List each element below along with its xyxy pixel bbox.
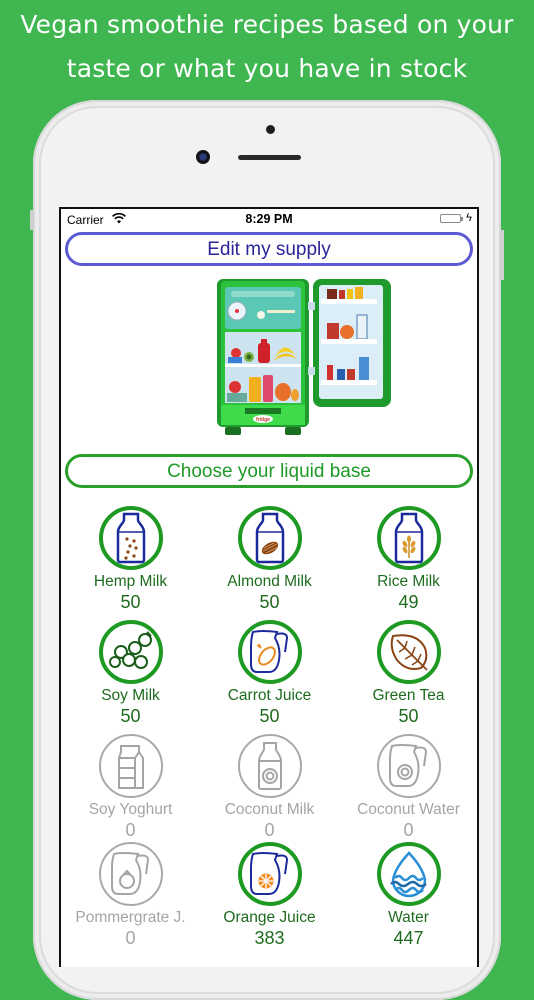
promo-headline-line-1: Vegan smoothie recipes based on your — [20, 10, 514, 39]
status-bar: Carrier 8:29 PM ϟ — [61, 209, 477, 229]
liquid-base-item-green-tea[interactable]: Green Tea 50 — [339, 620, 477, 727]
jug-carrot-icon — [237, 620, 302, 684]
liquid-base-item-orange-juice[interactable]: Orange Juice 383 — [200, 842, 339, 949]
milk-bottle-seeds-icon — [98, 506, 163, 570]
jug-coconut-icon — [376, 734, 441, 798]
liquid-base-item-carrot-juice[interactable]: Carrot Juice 50 — [200, 620, 339, 727]
liquid-base-count: 0 — [264, 820, 275, 840]
liquid-base-item-hemp-milk[interactable]: Hemp Milk 50 — [61, 506, 200, 613]
front-camera — [196, 150, 210, 164]
liquid-base-item-almond-milk[interactable]: Almond Milk 50 — [200, 506, 339, 613]
liquid-base-item-water[interactable]: Water 447 — [339, 842, 477, 949]
liquid-base-count: 383 — [254, 928, 285, 948]
choose-liquid-base-button[interactable]: Choose your liquid base — [65, 454, 473, 488]
water-drop-icon — [376, 842, 441, 906]
proximity-sensor — [266, 125, 275, 134]
fridge-brand-label: fridge — [256, 417, 270, 423]
liquid-base-count: 49 — [398, 592, 419, 612]
charging-bolt-icon: ϟ — [466, 212, 472, 224]
jug-pomegranate-icon — [98, 842, 163, 906]
liquid-base-name: Hemp Milk — [93, 573, 168, 590]
liquid-base-name: Coconut Milk — [224, 801, 315, 818]
milk-carton-icon — [98, 734, 163, 798]
fridge-illustration[interactable]: fridge — [215, 277, 395, 442]
liquid-base-item-coconut-water[interactable]: Coconut Water 0 — [339, 734, 477, 841]
liquid-base-name: Rice Milk — [377, 573, 440, 590]
app-screen: Carrier 8:29 PM ϟ Edit my supply fridge … — [59, 207, 479, 967]
liquid-base-item-rice-milk[interactable]: Rice Milk 49 — [339, 506, 477, 613]
liquid-base-count: 0 — [403, 820, 414, 840]
liquid-base-item-coconut-milk[interactable]: Coconut Milk 0 — [200, 734, 339, 841]
edit-supply-button[interactable]: Edit my supply — [65, 232, 473, 266]
liquid-base-count: 50 — [398, 706, 419, 726]
liquid-base-name: Pommergrate J. — [75, 909, 186, 926]
liquid-base-name: Orange Juice — [223, 909, 316, 926]
liquid-base-name: Green Tea — [372, 687, 445, 704]
liquid-base-count: 50 — [120, 592, 141, 612]
leaf-icon — [376, 620, 441, 684]
battery-icon — [440, 214, 463, 223]
earpiece-speaker — [238, 155, 301, 160]
mute-switch — [30, 210, 34, 230]
liquid-base-item-pomegranate-juice[interactable]: Pommergrate J. 0 — [61, 842, 200, 949]
liquid-base-item-soy-milk[interactable]: Soy Milk 50 — [61, 620, 200, 727]
clock: 8:29 PM — [245, 212, 293, 226]
liquid-base-count: 0 — [125, 928, 136, 948]
liquid-base-name: Almond Milk — [227, 573, 312, 590]
liquid-base-count: 50 — [120, 706, 141, 726]
bottle-coconut-icon — [237, 734, 302, 798]
liquid-base-name: Soy Yoghurt — [88, 801, 173, 818]
milk-bottle-wheat-icon — [376, 506, 441, 570]
milk-bottle-almond-icon — [237, 506, 302, 570]
liquid-base-item-soy-yoghurt[interactable]: Soy Yoghurt 0 — [61, 734, 200, 841]
liquid-base-count: 50 — [259, 592, 280, 612]
liquid-base-name: Coconut Water — [357, 801, 460, 818]
liquid-base-count: 447 — [393, 928, 424, 948]
liquid-base-count: 0 — [125, 820, 136, 840]
liquid-base-count: 50 — [259, 706, 280, 726]
liquid-base-name: Water — [388, 909, 429, 926]
liquid-base-name: Carrot Juice — [227, 687, 312, 704]
power-button — [500, 230, 504, 280]
liquid-base-name: Soy Milk — [101, 687, 160, 704]
jug-orange-icon — [237, 842, 302, 906]
soybean-pod-icon — [98, 620, 163, 684]
promo-headline-line-2: taste or what you have in stock — [66, 54, 468, 83]
